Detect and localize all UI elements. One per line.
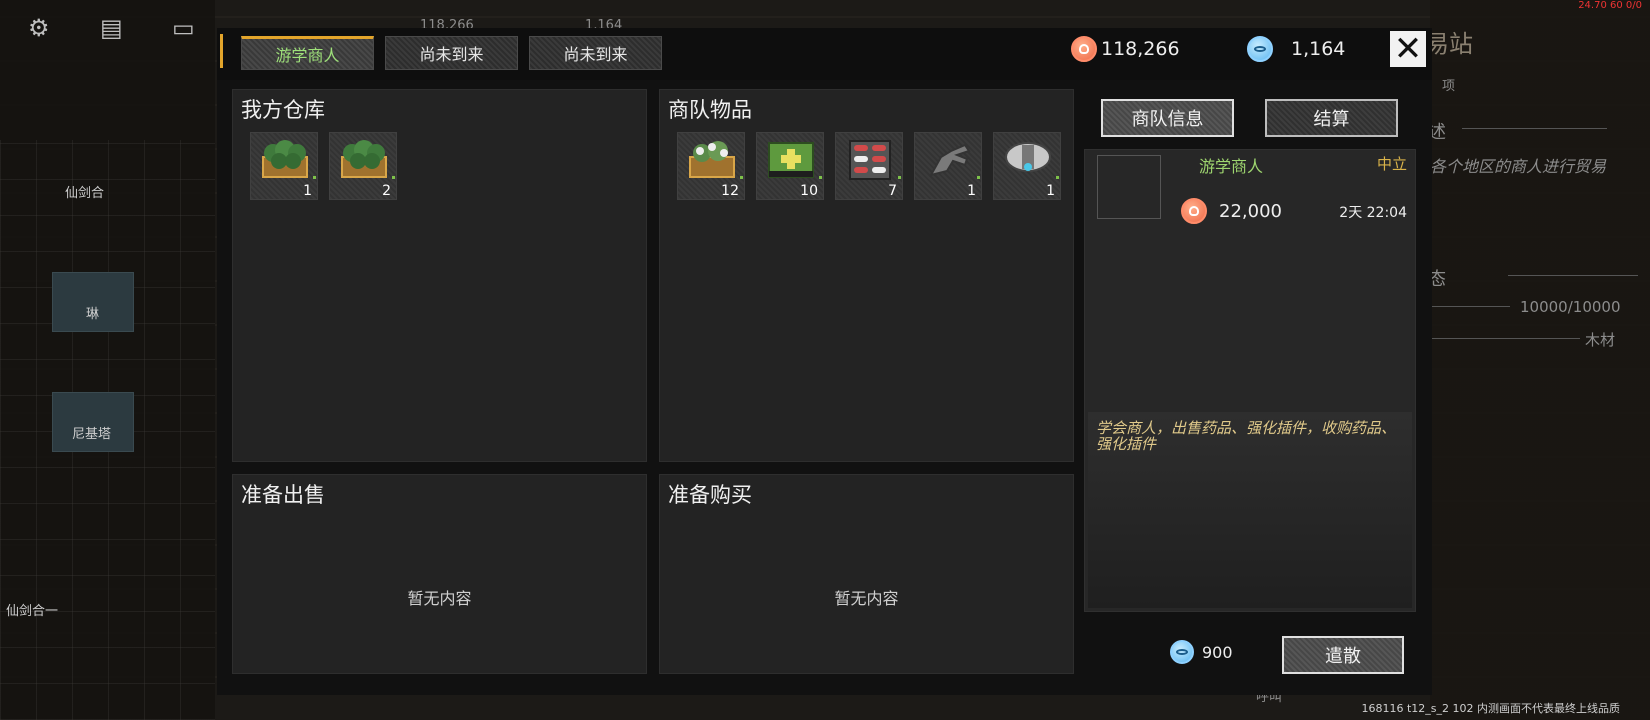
quality-dot <box>392 176 395 179</box>
divider <box>1462 128 1607 129</box>
bedroom <box>52 272 134 332</box>
flower-crate-icon <box>689 141 735 178</box>
trader-portrait <box>1097 155 1161 219</box>
close-button[interactable]: ✕ <box>1390 29 1426 69</box>
quality-dot <box>1056 176 1059 179</box>
trader-description: 学会商人，出售药品、强化插件，收购药品、强化插件 <box>1096 419 1397 453</box>
building-title: 易站 <box>1425 30 1473 58</box>
side-label: 各个地区的商人进行贸易 <box>1430 157 1607 176</box>
item-slot[interactable]: 12 <box>677 132 745 200</box>
item-slot[interactable]: 2 <box>329 132 397 200</box>
silver-amount: 118,266 <box>1101 38 1180 60</box>
colonist-name: 尼基塔 <box>72 427 112 442</box>
description-box: 学会商人，出售药品、强化插件，收购药品、强化插件 <box>1088 412 1412 608</box>
item-qty: 2 <box>382 183 391 199</box>
tab-trader-3[interactable]: 尚未到来 <box>529 36 662 70</box>
gem-icon <box>1247 36 1273 62</box>
item-qty: 7 <box>888 183 897 199</box>
silver-currency: 118,266 <box>1071 36 1180 62</box>
hp-value: 10000/10000 <box>1520 298 1621 316</box>
quality-dot <box>313 176 316 179</box>
caravan-panel: 商队物品 12 10 7 1 1 <box>659 89 1074 462</box>
tab-trader-2[interactable]: 尚未到来 <box>385 36 518 70</box>
fee-amount: 900 <box>1202 642 1233 662</box>
tab-trader-1[interactable]: 游学商人 <box>241 36 374 70</box>
divider <box>1430 306 1510 307</box>
trader-stance: 中立 <box>1376 155 1407 173</box>
herb-crate-icon <box>262 140 308 178</box>
drone-module-icon <box>1005 142 1051 172</box>
divider <box>1508 275 1638 276</box>
tab-accent <box>220 34 223 68</box>
item-slot[interactable]: 7 <box>835 132 903 200</box>
caravan-items: 12 10 7 1 1 <box>677 132 1061 200</box>
silver-coin-icon <box>1181 198 1207 224</box>
quality-dot <box>898 176 901 179</box>
panel-title: 商队物品 <box>668 98 752 122</box>
departure-timer: 2天 22:04 <box>1339 205 1407 221</box>
medkit-icon <box>768 142 814 178</box>
gem-icon <box>1170 640 1194 664</box>
herb-crate-icon <box>341 140 387 178</box>
trader-wealth: 22,000 <box>1181 198 1282 224</box>
silver-coin-icon <box>1071 36 1097 62</box>
item-qty: 1 <box>1046 183 1055 199</box>
mech-claw-icon <box>929 143 971 177</box>
dismiss-button[interactable]: 遣散 <box>1282 636 1404 674</box>
item-slot[interactable]: 1 <box>250 132 318 200</box>
colonist-name: 仙剑合 <box>65 186 105 201</box>
panel-title: 准备出售 <box>241 483 325 507</box>
item-qty: 1 <box>967 183 976 199</box>
item-slot[interactable]: 1 <box>914 132 982 200</box>
side-label: 项 <box>1442 79 1456 94</box>
divider <box>1430 338 1580 339</box>
caravan-info-panel: 游学商人 中立 22,000 2天 22:04 学会商人，出售药品、强化插件，收… <box>1084 149 1416 612</box>
empty-text: 暂无内容 <box>834 589 899 608</box>
dismiss-fee: 900 <box>1170 640 1233 664</box>
colonist-name: 琳 <box>86 307 100 322</box>
close-icon: ✕ <box>1393 29 1423 69</box>
item-slot[interactable]: 1 <box>993 132 1061 200</box>
item-qty: 1 <box>303 183 312 199</box>
trader-name: 游学商人 <box>1199 157 1264 176</box>
empty-text: 暂无内容 <box>407 589 472 608</box>
material-label: 木材 <box>1585 331 1616 349</box>
sell-panel: 准备出售 暂无内容 <box>232 474 647 674</box>
panel-title: 我方仓库 <box>241 98 325 122</box>
chat-icon[interactable]: ▤ <box>100 14 123 42</box>
warehouse-items: 1 2 <box>250 132 397 200</box>
quality-dot <box>977 176 980 179</box>
wealth-amount: 22,000 <box>1219 200 1282 222</box>
panel-title: 准备购买 <box>668 483 752 507</box>
caravan-info-button[interactable]: 商队信息 <box>1101 99 1234 137</box>
item-qty: 12 <box>721 183 739 199</box>
item-slot[interactable]: 10 <box>756 132 824 200</box>
message-icon[interactable]: ▭ <box>172 14 195 42</box>
item-qty: 10 <box>800 183 818 199</box>
quality-dot <box>819 176 822 179</box>
build-note: 168116 t12_s_2 102 内测画面不代表最终上线品质 <box>1361 702 1620 715</box>
settings-gear-icon[interactable]: ⚙ <box>28 14 50 42</box>
gem-currency: 1,164 <box>1247 36 1345 62</box>
quality-dot <box>740 176 743 179</box>
pill-pack-icon <box>849 140 891 180</box>
colonist-name: 仙剑合一 <box>6 604 59 619</box>
debug-readout: 24.70 60 0/0 <box>1578 0 1642 11</box>
bedroom <box>52 392 134 452</box>
warehouse-panel: 我方仓库 1 2 <box>232 89 647 462</box>
gem-amount: 1,164 <box>1291 38 1346 60</box>
settle-button[interactable]: 结算 <box>1265 99 1398 137</box>
buy-panel: 准备购买 暂无内容 <box>659 474 1074 674</box>
